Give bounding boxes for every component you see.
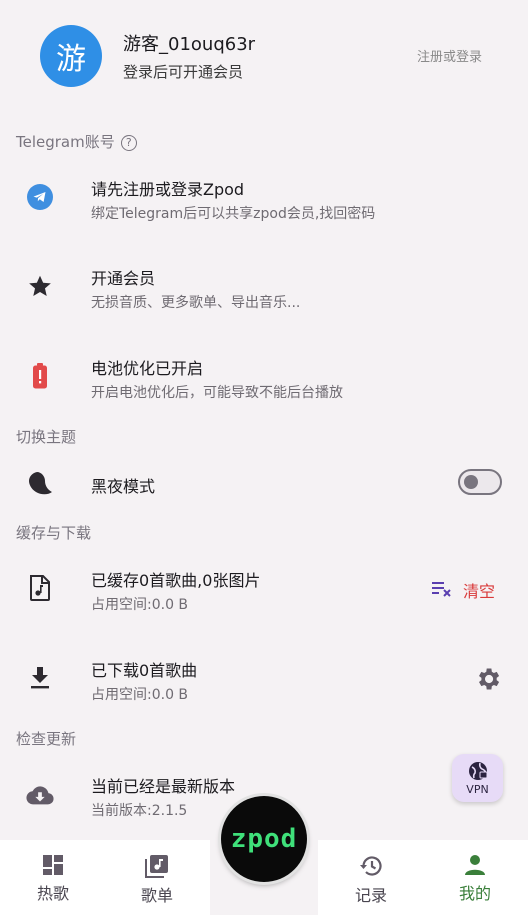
section-telegram-label: Telegram账号 <box>16 133 115 151</box>
nav-label-mine: 我的 <box>458 884 491 903</box>
dark-mode-toggle[interactable] <box>458 469 502 495</box>
cloud-download-icon <box>26 781 54 809</box>
telegram-row-title[interactable]: 请先注册或登录Zpod <box>91 176 244 200</box>
battery-row-title[interactable]: 电池优化已开启 <box>91 355 203 379</box>
nav-item-history[interactable]: 记录 <box>326 840 416 915</box>
telegram-row-sub: 绑定Telegram后可以共享zpod会员,找回密码 <box>91 206 376 222</box>
login-button[interactable]: 注册或登录 <box>417 46 482 65</box>
version-row-sub: 当前版本:2.1.5 <box>91 803 188 819</box>
section-cache: 缓存与下载 <box>16 524 92 542</box>
moon-icon <box>26 469 54 497</box>
section-theme: 切换主题 <box>16 428 77 446</box>
nav-item-hot[interactable]: 热歌 <box>8 840 98 915</box>
download-row-sub: 占用空间:0.0 B <box>91 687 189 703</box>
version-row-title[interactable]: 当前已经是最新版本 <box>91 773 235 797</box>
music-file-icon <box>26 574 54 602</box>
help-icon[interactable]: ? <box>120 134 137 151</box>
nav-label-hot: 热歌 <box>36 884 69 903</box>
download-row-title: 已下载0首歌曲 <box>91 661 198 680</box>
profile-subtitle: 登录后可开通会员 <box>123 63 244 81</box>
clear-cache-button[interactable]: 清空 <box>463 578 495 602</box>
clear-all-icon[interactable] <box>431 580 453 598</box>
zpod-center-button[interactable]: zpod <box>221 796 307 882</box>
vpn-label: VPN <box>466 783 489 796</box>
toggle-knob <box>464 475 478 489</box>
cache-row-sub: 占用空间:0.0 B <box>91 597 189 613</box>
nav-label-playlist: 歌单 <box>140 886 173 905</box>
avatar[interactable]: 游 <box>40 25 102 87</box>
battery-row-sub: 开启电池优化后，可能导致不能后台播放 <box>91 385 343 401</box>
zpod-logo-text: zpod <box>230 824 298 854</box>
vpn-globe-icon <box>468 762 487 780</box>
person-icon <box>465 855 485 875</box>
username: 游客_01ouq63r <box>123 34 256 55</box>
star-icon <box>26 272 54 300</box>
vip-row-sub: 无损音质、更多歌单、导出音乐... <box>91 295 301 311</box>
gear-icon[interactable] <box>474 665 502 693</box>
dark-mode-title: 黑夜模式 <box>91 477 156 496</box>
vpn-fab[interactable]: VPN <box>452 754 503 802</box>
download-icon <box>26 664 54 692</box>
history-icon <box>360 856 382 876</box>
section-update: 检查更新 <box>16 730 77 748</box>
vip-row-title[interactable]: 开通会员 <box>91 265 155 289</box>
battery-alert-icon <box>26 362 54 390</box>
playlist-icon <box>145 855 168 878</box>
section-telegram: Telegram账号? <box>16 131 137 152</box>
nav-item-mine[interactable]: 我的 <box>430 840 520 915</box>
cache-row-title: 已缓存0首歌曲,0张图片 <box>91 571 261 590</box>
dashboard-icon <box>43 855 63 875</box>
nav-label-history: 记录 <box>354 886 387 905</box>
nav-item-playlist[interactable]: 歌单 <box>112 840 202 915</box>
telegram-icon <box>26 183 54 211</box>
